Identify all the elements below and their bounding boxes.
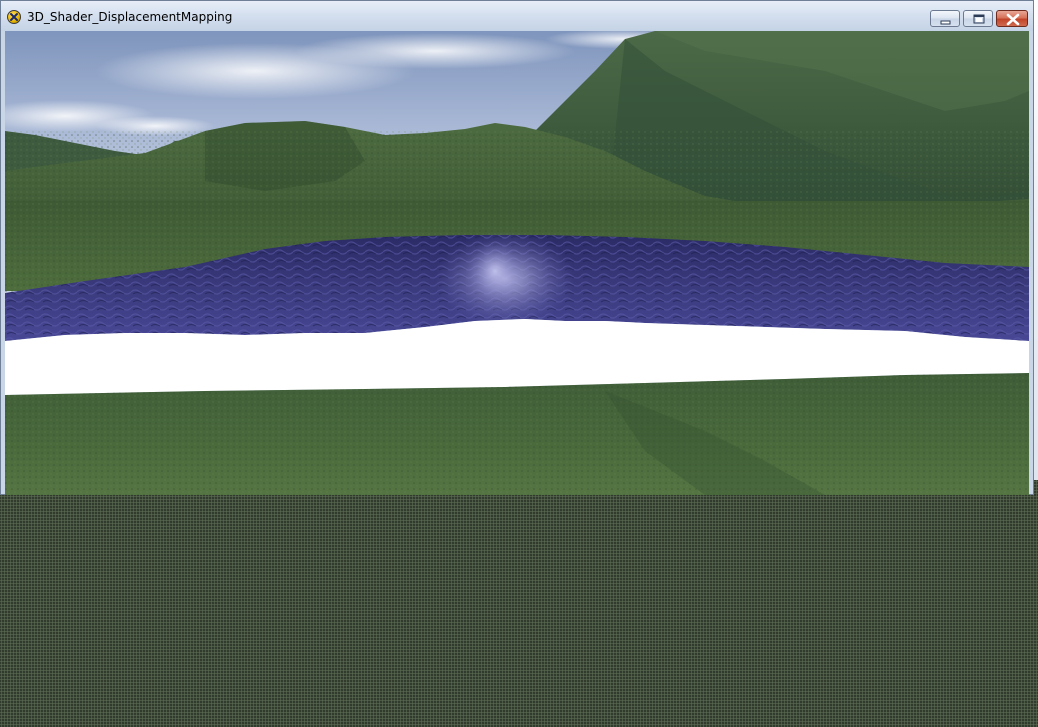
minimize-button[interactable] bbox=[930, 10, 960, 27]
sun-reflection-core bbox=[467, 241, 523, 301]
window-title: 3D_Shader_DisplacementMapping bbox=[27, 10, 233, 24]
close-icon bbox=[1006, 13, 1020, 26]
maximize-button[interactable] bbox=[963, 10, 993, 27]
minimize-icon bbox=[940, 20, 951, 25]
app-window: 3D_Shader_DisplacementMapping bbox=[0, 0, 1034, 495]
cloud bbox=[295, 33, 575, 69]
render-viewport[interactable] bbox=[5, 31, 1029, 495]
close-button[interactable] bbox=[996, 10, 1028, 27]
desktop-edge bbox=[1034, 0, 1038, 480]
terrain-scene bbox=[5, 31, 1029, 495]
title-bar[interactable]: 3D_Shader_DisplacementMapping bbox=[1, 1, 1033, 31]
directx-x-icon[interactable] bbox=[7, 10, 21, 24]
maximize-icon bbox=[973, 14, 985, 24]
